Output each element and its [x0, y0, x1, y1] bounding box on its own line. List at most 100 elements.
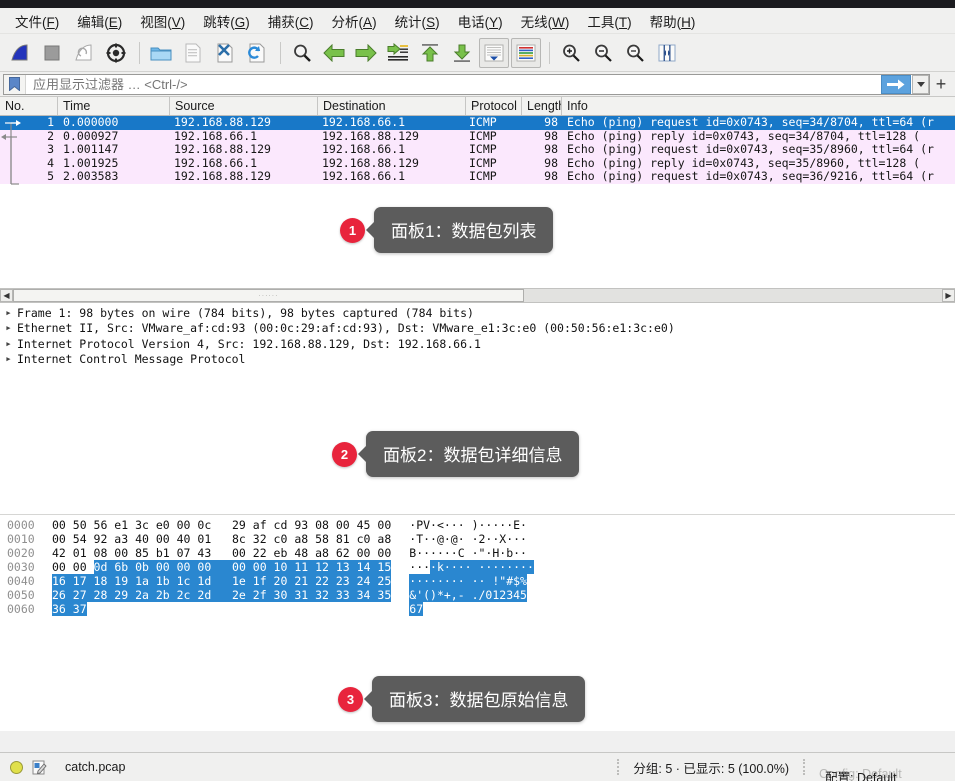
zoom-reset-icon[interactable]	[620, 38, 650, 68]
hexdump-offset: 0000	[7, 518, 35, 532]
hexdump-hex-plain: 00 00	[52, 560, 94, 574]
go-back-icon[interactable]	[319, 38, 349, 68]
expert-info-icon[interactable]	[31, 759, 47, 775]
hexdump-offset: 0010	[7, 532, 35, 546]
packet-cell-length: 98	[544, 129, 558, 143]
menu-item-2[interactable]: 视图(V)	[131, 8, 194, 34]
zoom-in-icon[interactable]	[556, 38, 586, 68]
callout-1-badge: 1	[340, 217, 365, 243]
bookmark-icon[interactable]	[4, 74, 26, 94]
close-file-icon[interactable]	[210, 38, 240, 68]
hexdump-row[interactable]: 0040 16 17 18 19 1a 1b 1c 1d 1e 1f 20 21 …	[0, 574, 955, 588]
packet-list-column-header[interactable]: Info	[562, 97, 955, 115]
menu-item-9[interactable]: 工具(T)	[578, 8, 640, 34]
start-capture-icon[interactable]	[5, 38, 35, 68]
hexdump-ascii-plain: ·PV·<··· )·····E·	[409, 518, 527, 532]
hexdump-hex: 26 27 28 29 2a 2b 2c 2d 2e 2f 30 31 32 3…	[52, 588, 392, 602]
packet-cell-info: Echo (ping) request id=0x0743, seq=36/92…	[567, 170, 934, 184]
packet-list-row[interactable]: 1 0.000000 192.168.88.129 192.168.66.1 ICMP 9…	[0, 116, 955, 130]
display-filter-input[interactable]	[26, 75, 881, 93]
packet-list-column-header[interactable]: Destination	[318, 97, 466, 115]
callout-2-badge: 2	[332, 441, 357, 467]
hexdump-row[interactable]: 0020 42 01 08 00 85 b1 07 43 00 22 eb 48 …	[0, 546, 955, 560]
resize-columns-icon[interactable]	[652, 38, 682, 68]
expand-triangle-icon[interactable]: ▶	[0, 324, 17, 332]
packet-list-column-header[interactable]: Length	[522, 97, 562, 115]
capture-status-indicator-icon[interactable]	[10, 760, 23, 774]
status-bar: catch.pcap 分组: 5 · 已显示: 5 (100.0%) Confi…	[0, 752, 955, 781]
packet-details-pane[interactable]: ▶ Frame 1: 98 bytes on wire (784 bits), 9…	[0, 303, 955, 514]
find-packet-icon[interactable]	[287, 38, 317, 68]
hexdump-row[interactable]: 0050 26 27 28 29 2a 2b 2c 2d 2e 2f 30 31 …	[0, 588, 955, 602]
hscroll-thumb[interactable]: ······	[13, 289, 524, 302]
toolbar-separator	[549, 41, 550, 64]
packet-list-column-header[interactable]: Protocol	[466, 97, 522, 115]
menu-item-6[interactable]: 统计(S)	[386, 8, 449, 34]
menu-item-0[interactable]: 文件(F)	[6, 8, 68, 34]
expand-triangle-icon[interactable]: ▶	[0, 340, 17, 348]
expand-triangle-icon[interactable]: ▶	[0, 309, 17, 317]
hexdump-row[interactable]: 0010 00 54 92 a3 40 00 40 01 8c 32 c0 a8 …	[0, 532, 955, 546]
packet-list-hscrollbar[interactable]: ◀ ······ ▶	[0, 288, 955, 303]
hexdump-row[interactable]: 0060 36 37 67	[0, 602, 955, 616]
chevron-down-icon[interactable]	[912, 74, 929, 94]
add-filter-button[interactable]: +	[930, 75, 952, 93]
open-file-icon[interactable]	[146, 38, 176, 68]
go-forward-icon[interactable]	[351, 38, 381, 68]
zoom-out-icon[interactable]	[588, 38, 618, 68]
menu-item-8[interactable]: 无线(W)	[512, 8, 579, 34]
packet-cell-time: 2.003583	[63, 170, 119, 184]
packet-cell-source: 192.168.88.129	[174, 170, 271, 184]
menu-item-3[interactable]: 跳转(G)	[194, 8, 259, 34]
hexdump-row[interactable]: 0000 00 50 56 e1 3c e0 00 0c 29 af cd 93 …	[0, 518, 955, 532]
status-separator	[803, 759, 805, 775]
go-to-packet-icon[interactable]	[383, 38, 413, 68]
packet-list-row[interactable]: 3 1.001147 192.168.88.129 192.168.66.1 ICMP 9…	[0, 143, 955, 157]
packet-detail-row[interactable]: ▶ Internet Protocol Version 4, Src: 192.1…	[0, 336, 955, 352]
expand-triangle-icon[interactable]: ▶	[0, 355, 17, 363]
colorize-icon[interactable]	[511, 37, 541, 68]
packet-list-row[interactable]: 5 2.003583 192.168.88.129 192.168.66.1 ICMP 9…	[0, 170, 955, 184]
packet-list[interactable]: 1 0.000000 192.168.88.129 192.168.66.1 ICMP 9…	[0, 116, 955, 288]
hexdump-ascii-selected: &'()*+,- ./012345	[409, 588, 527, 602]
toolbar-separator	[139, 41, 140, 64]
callout-3-label: 面板3：数据包原始信息	[372, 676, 586, 722]
restart-capture-icon[interactable]	[69, 38, 99, 68]
display-filter-box[interactable]	[3, 73, 930, 95]
hexdump-hex-selected: 0d 6b 0b 00 00 00 00 00 10 11 12 13 14 1…	[93, 560, 392, 574]
reload-file-icon[interactable]	[242, 38, 272, 68]
packet-list-row[interactable]: 2 0.000927 192.168.66.1 192.168.88.129 ICMP 9…	[0, 129, 955, 144]
packet-list-column-header[interactable]: No.	[0, 97, 58, 115]
packet-list-row[interactable]: 4 1.001925 192.168.66.1 192.168.88.129 ICMP 9…	[0, 156, 955, 171]
packet-detail-row[interactable]: ▶ Frame 1: 98 bytes on wire (784 bits), 9…	[0, 305, 955, 321]
stop-capture-icon[interactable]	[37, 38, 67, 68]
hexdump-hex-selected: 26 27 28 29 2a 2b 2c 2d 2e 2f 30 31 32 3…	[52, 588, 392, 602]
menu-item-7[interactable]: 电话(Y)	[449, 8, 512, 34]
packet-cell-info: Echo (ping) reply id=0x0743, seq=34/8704…	[567, 129, 921, 143]
scroll-left-arrow-icon[interactable]: ◀	[0, 289, 13, 302]
packet-cell-source: 192.168.66.1	[174, 156, 258, 170]
capture-options-icon[interactable]	[101, 38, 131, 68]
packet-cell-info: Echo (ping) reply id=0x0743, seq=35/8960…	[567, 156, 921, 170]
go-to-first-icon[interactable]	[415, 38, 445, 68]
save-file-icon[interactable]	[178, 38, 208, 68]
hexdump-row[interactable]: 0030 00 00 0d 6b 0b 00 00 00 00 00 10 11 …	[0, 560, 955, 574]
hexdump-ascii: ····k···· ········	[409, 560, 534, 574]
hscroll-track[interactable]: ······	[13, 289, 942, 302]
packet-cell-destination: 192.168.66.1	[322, 143, 406, 157]
scroll-right-arrow-icon[interactable]: ▶	[942, 289, 955, 302]
packet-detail-row[interactable]: ▶ Ethernet II, Src: VMware_af:cd:93 (00:0…	[0, 321, 955, 337]
apply-filter-arrow-icon[interactable]	[881, 74, 911, 94]
hexdump-pad	[87, 602, 392, 616]
status-capture-file: catch.pcap	[65, 760, 126, 774]
hexdump-ascii-selected: ········ ·· !"#$%	[409, 574, 527, 588]
menu-item-4[interactable]: 捕获(C)	[259, 8, 323, 34]
menu-item-5[interactable]: 分析(A)	[323, 8, 386, 34]
menu-item-10[interactable]: 帮助(H)	[641, 8, 705, 34]
packet-detail-row[interactable]: ▶ Internet Control Message Protocol	[0, 352, 955, 368]
go-to-last-icon[interactable]	[447, 38, 477, 68]
auto-scroll-icon[interactable]	[479, 37, 509, 68]
packet-list-column-header[interactable]: Source	[170, 97, 318, 115]
menu-item-1[interactable]: 编辑(E)	[68, 8, 131, 34]
packet-list-column-header[interactable]: Time	[58, 97, 170, 115]
